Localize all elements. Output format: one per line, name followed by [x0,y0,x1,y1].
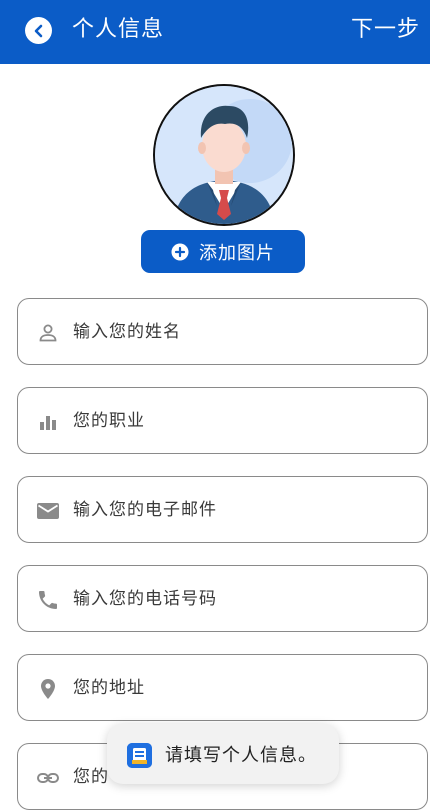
plus-circle-icon [171,243,189,260]
add-photo-label: 添加图片 [199,242,275,264]
website-placeholder: 您的 [73,767,109,787]
phone-icon [39,591,57,609]
person-icon [39,324,57,342]
back-button[interactable] [25,17,52,44]
phone-field[interactable]: 输入您的电话号码 [17,565,428,632]
next-step-button[interactable]: 下一步 [351,15,420,45]
user-avatar-illustration [155,86,293,224]
occupation-field[interactable]: 您的职业 [17,387,428,454]
address-field[interactable]: 您的地址 [17,654,428,721]
email-placeholder: 输入您的电子邮件 [73,500,217,520]
add-photo-button[interactable]: 添加图片 [141,230,305,273]
address-placeholder: 您的地址 [73,678,145,698]
mail-icon [37,503,59,519]
email-field[interactable]: 输入您的电子邮件 [17,476,428,543]
link-icon [37,773,59,783]
avatar[interactable] [153,84,295,226]
name-placeholder: 输入您的姓名 [73,322,181,342]
app-icon [127,743,152,768]
toast-message: 请填写个人信息。 [165,745,317,766]
name-field[interactable]: 输入您的姓名 [17,298,428,365]
app-bar: 个人信息 下一步 [0,0,430,64]
page-title: 个人信息 [72,17,165,42]
occupation-placeholder: 您的职业 [73,411,145,431]
toast-notification: 请填写个人信息。 [107,724,339,784]
phone-placeholder: 输入您的电话号码 [73,589,217,609]
chevron-left-icon [34,24,42,37]
bar-chart-icon [40,416,56,430]
location-pin-icon [41,679,55,699]
